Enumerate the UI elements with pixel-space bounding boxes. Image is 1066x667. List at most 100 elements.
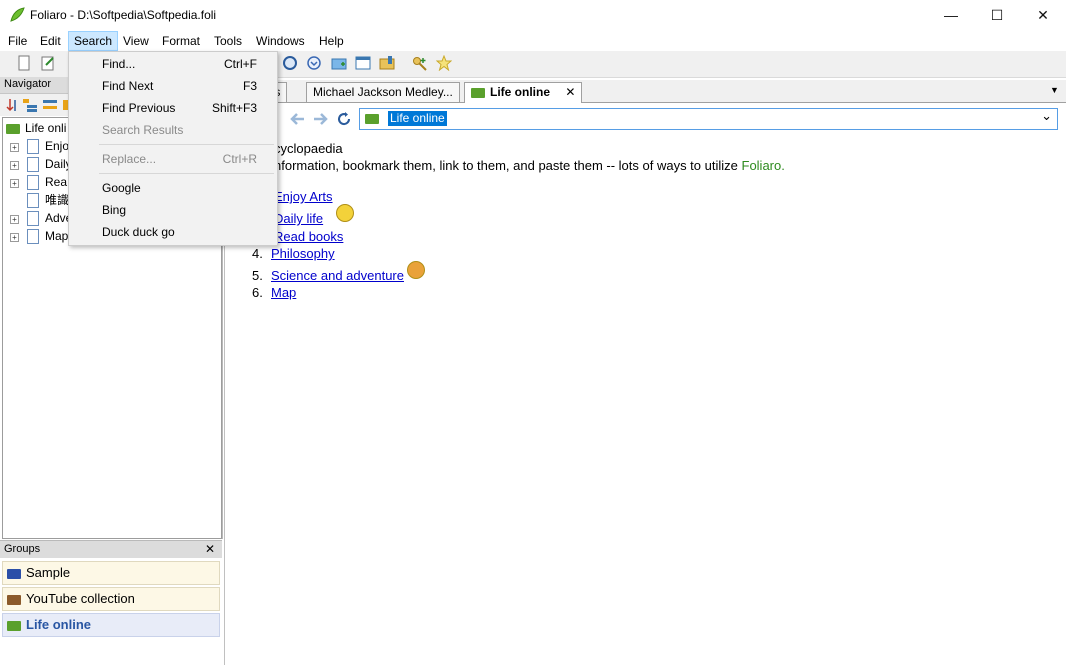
close-button[interactable]: ✕ (1020, 0, 1066, 30)
thinking-face-icon (336, 204, 354, 222)
menu-separator (99, 173, 274, 174)
group-sample[interactable]: Sample (2, 561, 220, 585)
brand-text: Foliaro. (741, 158, 785, 173)
tab-michael-jackson-medley[interactable]: Michael Jackson Medley... (306, 82, 460, 102)
menu-format[interactable]: Format (157, 32, 205, 50)
folder-icon (365, 114, 379, 124)
document-icon (27, 211, 39, 227)
collapse-all-icon[interactable] (42, 97, 58, 113)
menu-item-find-next[interactable]: Find Next F3 (69, 75, 277, 97)
menu-item-label: Find Previous (102, 101, 176, 115)
address-input[interactable]: Life online (388, 111, 447, 126)
address-dropdown-icon[interactable]: ⌄ (1041, 108, 1052, 124)
link-map[interactable]: Map (271, 285, 296, 300)
menu-item-label: Google (102, 181, 141, 195)
minimize-button[interactable]: — (928, 0, 974, 30)
navigator-title: Navigator (4, 78, 52, 90)
tree-item-label: Life onli (25, 121, 67, 135)
group-youtube-collection[interactable]: YouTube collection (2, 587, 220, 611)
group-label: YouTube collection (26, 591, 135, 606)
tree-item[interactable]: 唯識 (27, 191, 69, 209)
menu-windows[interactable]: Windows (251, 32, 310, 50)
tree-item[interactable]: Rea (27, 173, 67, 191)
edit-document-icon[interactable] (40, 55, 56, 71)
expand-icon[interactable]: + (10, 161, 19, 170)
tab-strip: ges Michael Jackson Medley... Life onlin… (224, 80, 1066, 103)
sort-icon[interactable] (4, 97, 20, 113)
intro-text: nformation, bookmark them, link to them,… (274, 158, 738, 173)
tree-item[interactable]: Enjo (27, 137, 69, 155)
document-icon (27, 157, 39, 173)
menu-separator (99, 144, 274, 145)
folder-bookmark-icon[interactable] (379, 55, 395, 71)
maximize-button[interactable]: ☐ (974, 0, 1020, 30)
tree-item[interactable]: Adve (27, 209, 72, 227)
tree-item-label: Rea (45, 175, 68, 189)
menu-item-shortcut: F3 (242, 79, 257, 93)
document-icon (27, 175, 39, 191)
menu-item-label: Bing (102, 203, 127, 217)
group-life-online[interactable]: Life online (2, 613, 220, 637)
address-bar: Life online ⌄ (224, 105, 1066, 133)
forward-arrow-icon[interactable] (312, 111, 330, 127)
tree-item[interactable]: Daily (27, 155, 72, 173)
zoom-icon[interactable] (282, 55, 298, 71)
folder-icon (7, 568, 21, 579)
tree-item[interactable]: Map (27, 227, 68, 245)
expand-icon[interactable]: + (10, 233, 19, 242)
menu-item-label: Find... (102, 57, 136, 71)
new-folder-icon[interactable] (331, 55, 347, 71)
list-number: 5. (252, 268, 263, 283)
expand-icon[interactable]: + (10, 179, 19, 188)
menu-view[interactable]: View (118, 32, 154, 50)
tab-close-icon[interactable]: ✕ (565, 85, 575, 99)
tab-life-online[interactable]: Life online ✕ (464, 82, 583, 103)
menu-item-label: Find Next (102, 79, 154, 93)
new-document-icon[interactable] (16, 55, 32, 71)
groups-header: Groups ✕ (0, 540, 222, 558)
link-read-books[interactable]: Read books (274, 229, 343, 244)
expand-icon[interactable]: + (10, 143, 19, 152)
title-bar: Foliaro - D:\Softpedia\Softpedia.foli — … (0, 0, 1066, 30)
menu-item-search-results[interactable]: Search Results (69, 119, 277, 141)
tab-overflow-icon[interactable]: ▼ (1050, 85, 1059, 95)
link-daily-life[interactable]: Daily life (274, 211, 323, 226)
search-menu-dropdown: Find... Ctrl+F Find Next F3 Find Previous S… (68, 51, 278, 246)
link-science-and-adventure[interactable]: Science and adventure (271, 268, 404, 283)
menu-item-label: Duck duck go (102, 225, 175, 239)
menu-search[interactable]: Search (68, 31, 119, 51)
link-philosophy[interactable]: Philosophy (271, 246, 335, 261)
menu-item-find[interactable]: Find... Ctrl+F (69, 53, 277, 75)
address-combobox[interactable]: Life online ⌄ (359, 108, 1058, 130)
folder-icon (6, 123, 20, 134)
back-arrow-icon[interactable] (288, 111, 306, 127)
history-icon[interactable] (306, 55, 322, 71)
tab-label: Life online (490, 85, 550, 99)
menu-item-replace[interactable]: Replace... Ctrl+R (69, 148, 277, 170)
expand-icon[interactable]: + (10, 215, 19, 224)
menu-tools[interactable]: Tools (209, 32, 247, 50)
star-icon[interactable] (436, 55, 452, 71)
menu-edit[interactable]: Edit (35, 32, 66, 50)
tree-item-label: Enjo (45, 139, 70, 153)
expand-all-icon[interactable] (22, 97, 38, 113)
refresh-icon[interactable] (336, 111, 352, 127)
menu-bar: File Edit Search View Format Tools Windo… (0, 30, 1066, 51)
menu-file[interactable]: File (3, 32, 32, 50)
tree-item-root[interactable]: Life onli (6, 119, 66, 137)
groups-close-button[interactable]: ✕ (205, 542, 215, 556)
menu-help[interactable]: Help (314, 32, 349, 50)
app-leaf-icon (10, 7, 25, 22)
window-icon[interactable] (355, 55, 371, 71)
tab-label: Michael Jackson Medley... (313, 85, 453, 99)
group-label: Sample (26, 565, 71, 580)
menu-item-shortcut: Shift+F3 (211, 101, 257, 115)
menu-item-shortcut: Ctrl+R (222, 152, 257, 166)
menu-item-find-previous[interactable]: Find Previous Shift+F3 (69, 97, 277, 119)
key-icon[interactable] (412, 55, 428, 71)
menu-item-bing[interactable]: Bing (69, 199, 277, 221)
menu-item-google[interactable]: Google (69, 177, 277, 199)
menu-item-duck-duck-go[interactable]: Duck duck go (69, 221, 277, 243)
link-enjoy-arts[interactable]: Enjoy Arts (274, 189, 333, 204)
list-number: 6. (252, 285, 263, 300)
